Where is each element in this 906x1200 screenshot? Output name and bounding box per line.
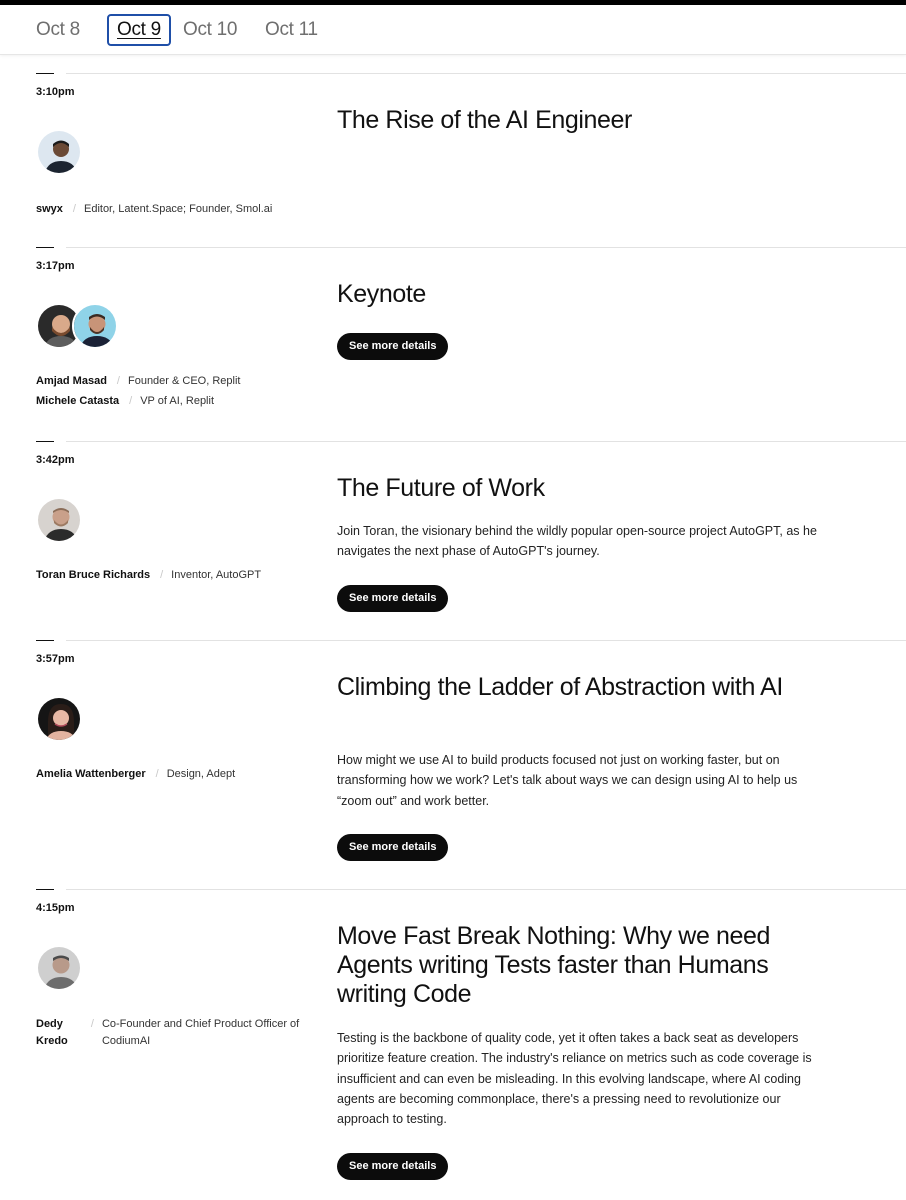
speaker-name[interactable]: Dedy Kredo xyxy=(36,1016,75,1050)
divider-dash xyxy=(36,73,54,74)
date-tabs: Oct 8 Oct 9 Oct 10 Oct 11 xyxy=(0,5,906,55)
speaker-avatars xyxy=(36,497,82,543)
divider-line xyxy=(66,441,906,442)
see-more-details-button[interactable]: See more details xyxy=(337,333,449,360)
see-more-details-button[interactable]: See more details xyxy=(337,585,449,612)
speaker-list: swyx / Editor, Latent.Space; Founder, Smol… xyxy=(36,201,306,221)
speaker: swyx / Editor, Latent.Space; Founder, Smol… xyxy=(36,201,306,218)
tab-oct-9[interactable]: Oct 9 xyxy=(107,14,171,46)
avatar-amelia-wattenberger xyxy=(36,696,82,742)
speaker-name[interactable]: Amelia Wattenberger xyxy=(36,766,146,783)
speaker: Toran Bruce Richards / Inventor, AutoGPT xyxy=(36,567,306,584)
divider-dash xyxy=(36,640,54,641)
avatar-dedy-kredo xyxy=(36,945,82,991)
speaker-role: Co-Founder and Chief Product Officer of … xyxy=(101,1018,300,1047)
session-climbing-ladder-of-abstraction: 3:57pm Amelia Wattenberger / Design, Adept… xyxy=(36,640,906,889)
avatar-swyx xyxy=(36,129,82,175)
session-time: 3:10pm xyxy=(36,86,75,98)
speaker-role: Design, Adept xyxy=(166,768,236,780)
speaker-list: Amjad Masad / Founder & CEO, Replit Michel… xyxy=(36,373,306,413)
speaker-name[interactable]: swyx xyxy=(36,201,63,218)
speaker-list: Toran Bruce Richards / Inventor, AutoGPT xyxy=(36,567,306,587)
session-rise-of-ai-engineer: 3:10pm swyx / Editor, Latent.Space; Founde… xyxy=(36,73,906,247)
speaker-name[interactable]: Amjad Masad xyxy=(36,373,107,390)
divider-dash xyxy=(36,247,54,248)
speaker-role: Editor, Latent.Space; Founder, Smol.ai xyxy=(83,203,273,215)
speaker-name[interactable]: Toran Bruce Richards xyxy=(36,567,150,584)
session-title[interactable]: Keynote xyxy=(337,280,837,309)
session-title[interactable]: Climbing the Ladder of Abstraction with … xyxy=(337,673,837,702)
session-keynote: 3:17pm Amjad Masad / Founder & CEO, Replit… xyxy=(36,247,906,441)
session-time: 3:42pm xyxy=(36,454,75,466)
speaker: Amelia Wattenberger / Design, Adept xyxy=(36,766,306,783)
divider-line xyxy=(66,640,906,641)
see-more-details-button[interactable]: See more details xyxy=(337,1153,449,1180)
speaker-avatars xyxy=(36,129,82,175)
speaker-avatars xyxy=(36,303,118,349)
speaker: Dedy Kredo / Co-Founder and Chief Product … xyxy=(36,1016,306,1050)
speaker-name[interactable]: Michele Catasta xyxy=(36,393,119,410)
speaker-list: Amelia Wattenberger / Design, Adept xyxy=(36,766,306,786)
avatar-michele-catasta xyxy=(72,303,118,349)
session-time: 3:17pm xyxy=(36,260,75,272)
divider-dash xyxy=(36,889,54,890)
session-title[interactable]: Move Fast Break Nothing: Why we need Age… xyxy=(337,922,837,1009)
tab-oct-11[interactable]: Oct 11 xyxy=(265,16,318,44)
session-future-of-work: 3:42pm Toran Bruce Richards / Inventor, Au… xyxy=(36,441,906,640)
speaker-role: VP of AI, Replit xyxy=(140,395,215,407)
session-description: Join Toran, the visionary behind the wil… xyxy=(337,524,817,559)
session-description: Testing is the backbone of quality code,… xyxy=(337,1031,812,1127)
speaker-avatars xyxy=(36,696,82,742)
speaker-list: Dedy Kredo / Co-Founder and Chief Product … xyxy=(36,1016,306,1053)
avatar-toran-bruce-richards xyxy=(36,497,82,543)
tab-oct-8[interactable]: Oct 8 xyxy=(36,16,80,44)
session-title[interactable]: The Rise of the AI Engineer xyxy=(337,106,837,135)
session-time: 4:15pm xyxy=(36,902,75,914)
see-more-details-button[interactable]: See more details xyxy=(337,834,449,861)
speaker: Michele Catasta / VP of AI, Replit xyxy=(36,393,306,410)
divider-line xyxy=(66,73,906,74)
tab-oct-10[interactable]: Oct 10 xyxy=(183,16,237,44)
session-description: How might we use AI to build products fo… xyxy=(337,753,798,808)
session-time: 3:57pm xyxy=(36,653,75,665)
speaker-role: Inventor, AutoGPT xyxy=(171,569,262,581)
session-title[interactable]: The Future of Work xyxy=(337,474,837,503)
session-move-fast-break-nothing: 4:15pm Dedy Kredo / Co-Founder and Chief P… xyxy=(36,889,906,1200)
divider-dash xyxy=(36,441,54,442)
speaker-avatars xyxy=(36,945,82,991)
speaker: Amjad Masad / Founder & CEO, Replit xyxy=(36,373,306,390)
speaker-role: Founder & CEO, Replit xyxy=(127,375,241,387)
divider-line xyxy=(66,889,906,890)
divider-line xyxy=(66,247,906,248)
